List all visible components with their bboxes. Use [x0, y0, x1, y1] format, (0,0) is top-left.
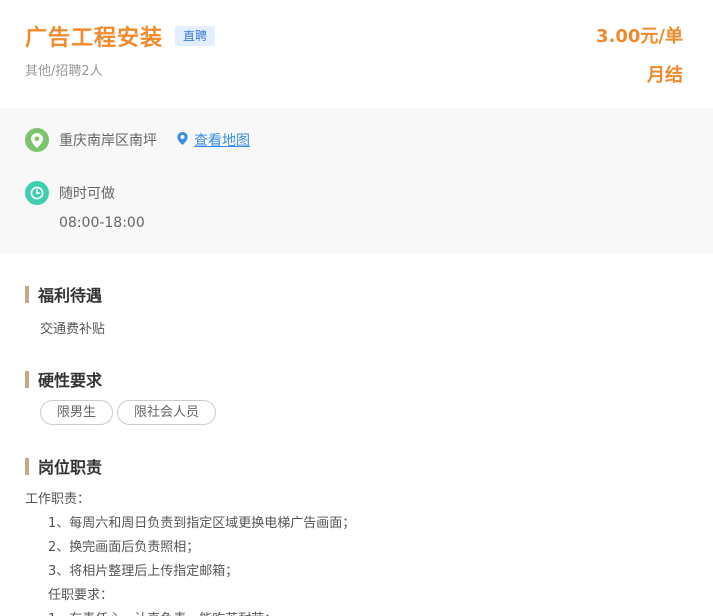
duties-title: 岗位职责 [38, 458, 103, 477]
requirements-title: 硬性要求 [38, 371, 103, 390]
section-bar [25, 457, 29, 475]
availability-row: 随时可做 [25, 181, 115, 205]
duties-list: 工作职责： 1、每周六和周日负责到指定区域更换电梯广告画面； 2、换完画面后负责… [25, 488, 355, 616]
requirement-tags: 限男生 限社会人员 [40, 400, 220, 425]
requirement-tag: 限社会人员 [117, 400, 217, 425]
duty-line: 2、换完画面后负责照相； [48, 540, 200, 555]
benefit-text: 交通费补贴 [40, 322, 106, 337]
job-title: 广告工程安装 [25, 26, 164, 51]
requirement-tag: 限男生 [40, 400, 114, 425]
duty-line: 1、有责任心，认真负责，能吃苦耐劳； [25, 608, 355, 616]
benefits-title: 福利待遇 [38, 286, 103, 305]
duty-line: 3、将相片整理后上传指定邮箱； [48, 564, 239, 579]
clock-icon [25, 181, 49, 205]
job-price: 3.00元/单 [596, 26, 683, 47]
section-bar [25, 285, 29, 303]
benefits-heading: 福利待遇 [25, 282, 102, 306]
job-header: 广告工程安装 直聘 其他/招聘2人 3.00元/单 月结 [0, 0, 713, 108]
duty-line: 工作职责： [25, 492, 91, 507]
section-bar [25, 370, 29, 388]
title-row: 广告工程安装 直聘 [25, 20, 216, 52]
direct-hire-badge: 直聘 [175, 26, 216, 46]
availability-text: 随时可做 [59, 186, 115, 202]
location-text: 重庆南岸区南坪 [59, 133, 157, 149]
requirements-heading: 硬性要求 [25, 367, 102, 391]
duties-heading: 岗位职责 [25, 454, 102, 478]
view-map-link[interactable]: 查看地图 [177, 130, 250, 150]
view-map-label[interactable]: 查看地图 [194, 130, 250, 150]
map-pin-icon [177, 131, 188, 149]
location-row: 重庆南岸区南坪 查看地图 [25, 128, 250, 152]
settlement-type: 月结 [647, 65, 683, 86]
duty-line: 1、每周六和周日负责到指定区域更换电梯广告画面； [48, 516, 356, 531]
location-pin-icon [25, 128, 49, 152]
job-category-info: 其他/招聘2人 [25, 64, 103, 79]
duty-line: 任职要求： [48, 588, 114, 603]
job-info-block: 重庆南岸区南坪 查看地图 随时可做 08:00-18:00 [0, 108, 713, 254]
work-hours: 08:00-18:00 [59, 215, 145, 231]
job-detail-page: 广告工程安装 直聘 其他/招聘2人 3.00元/单 月结 重庆南岸区南坪 查看地… [0, 0, 713, 616]
